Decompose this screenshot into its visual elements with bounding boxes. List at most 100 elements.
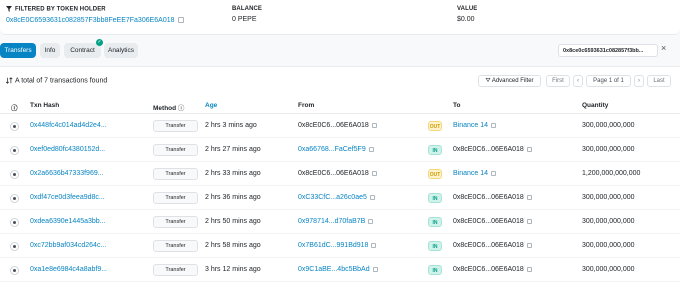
eye-icon[interactable] (10, 170, 19, 179)
transfers-card: A total of 7 transactions found ⛛ Advanc… (0, 66, 680, 293)
copy-icon[interactable] (371, 170, 377, 176)
tab-info[interactable]: Info (40, 43, 60, 58)
direction-badge: OUT (428, 169, 442, 179)
info-icon[interactable]: ⓘ (11, 102, 18, 112)
last-page-button[interactable]: Last (647, 75, 671, 87)
quantity-value: 300,000,000,000 (582, 242, 635, 249)
copy-icon[interactable] (526, 194, 532, 200)
txn-hash-link[interactable]: 0xdea6390e1445a3bb... (30, 218, 106, 225)
age-text: 2 hrs 3 mins ago (205, 122, 257, 129)
copy-icon[interactable] (372, 266, 378, 272)
address-filter-chip[interactable]: 0x8ce0c6593631c082857f3bb... (558, 44, 658, 57)
header-txn-hash: Txn Hash (30, 102, 60, 109)
copy-icon[interactable] (371, 122, 377, 128)
method-badge: Transfer (153, 216, 198, 228)
eye-icon[interactable] (10, 122, 19, 131)
age-text: 2 hrs 27 mins ago (205, 146, 261, 153)
from-address[interactable]: 0xa66768...FaCef5F9 (298, 146, 374, 153)
age-text: 2 hrs 50 mins ago (205, 218, 261, 225)
direction-badge: IN (428, 241, 442, 251)
txn-hash-link[interactable]: 0x448fc4c014ad4d2e4... (30, 122, 107, 129)
copy-icon[interactable] (491, 170, 497, 176)
page-indicator: Page 1 of 1 (586, 75, 631, 87)
balance-section: BALANCE 0 PEPE (232, 6, 262, 23)
holder-address-link[interactable]: 0x8cE0C6593631c082857F3bb8FeEE7Fa306E6A0… (6, 17, 184, 24)
method-badge: Transfer (153, 192, 198, 204)
clear-filter-close-icon[interactable]: × (661, 43, 666, 53)
balance-label: BALANCE (232, 6, 263, 12)
age-text: 2 hrs 36 mins ago (205, 194, 261, 201)
value-label: VALUE (457, 6, 478, 12)
to-address: 0x8cE0C6...06E6A018 (453, 218, 532, 225)
copy-icon[interactable] (368, 218, 374, 224)
method-info-icon[interactable]: ⓘ (178, 105, 185, 112)
header-method: Method ⓘ (153, 105, 185, 112)
table-row: 0xef0ed80fc4380152d... Transfer 2 hrs 27 m… (0, 139, 680, 162)
method-badge: Transfer (153, 264, 198, 276)
eye-icon[interactable] (10, 194, 19, 203)
copy-icon[interactable] (526, 218, 532, 224)
age-text: 3 hrs 12 mins ago (205, 266, 261, 273)
direction-badge: IN (428, 265, 442, 275)
header-age[interactable]: Age (205, 102, 217, 109)
balance-value: 0 PEPE (232, 16, 257, 23)
to-address: 0x8cE0C6...06E6A018 (453, 266, 532, 273)
header-from: From (298, 102, 315, 109)
from-address[interactable]: 0xC33CfC...a26c0ae5 (298, 194, 375, 201)
copy-icon[interactable] (526, 146, 532, 152)
advanced-filter-button[interactable]: ⛛ Advanced Filter (478, 75, 541, 87)
filter-section: FILTERED BY TOKEN HOLDER 0x8cE0C6593631c… (6, 6, 184, 24)
to-address: 0x8cE0C6...06E6A018 (453, 146, 532, 153)
txn-hash-link[interactable]: 0xef0ed80fc4380152d... (30, 146, 105, 153)
txn-hash-link[interactable]: 0xdf47ce0d3feea9d8c... (30, 194, 105, 201)
header-quantity: Quantity (582, 102, 609, 109)
tab-analytics[interactable]: Analytics (104, 43, 138, 58)
direction-badge: OUT (428, 121, 442, 131)
tab-contract[interactable]: Contract ✓ (64, 39, 103, 58)
copy-icon[interactable] (368, 146, 374, 152)
quantity-value: 300,000,000,000 (582, 122, 635, 129)
method-badge: Transfer (153, 144, 198, 156)
copy-icon[interactable] (491, 122, 497, 128)
eye-icon[interactable] (10, 266, 19, 275)
to-address: 0x8cE0C6...06E6A018 (453, 242, 532, 249)
direction-badge: IN (428, 193, 442, 203)
tab-transfers[interactable]: Transfers (0, 43, 36, 58)
quantity-value: 300,000,000,000 (582, 266, 635, 273)
prev-page-button[interactable]: ‹ (573, 75, 583, 87)
to-address[interactable]: Binance 14 (453, 122, 497, 129)
method-badge: Transfer (153, 240, 198, 252)
sort-icon (5, 77, 13, 84)
copy-icon[interactable] (371, 242, 377, 248)
copy-icon[interactable] (526, 266, 532, 272)
copy-icon[interactable] (526, 242, 532, 248)
txn-hash-link[interactable]: 0xa1e8e6984c4a8abf9... (30, 266, 107, 273)
to-address[interactable]: Binance 14 (453, 170, 497, 177)
direction-badge: IN (428, 145, 442, 155)
from-address: 0x8cE0C6...06E6A018 (298, 122, 377, 129)
age-text: 2 hrs 33 mins ago (205, 170, 261, 177)
from-address[interactable]: 0x7B61dC...991Bd918 (298, 242, 377, 249)
table-row: 0xdea6390e1445a3bb... Transfer 2 hrs 50 mi… (0, 211, 680, 234)
txn-hash-link[interactable]: 0xc72bb9af034cd264c... (30, 242, 106, 249)
txn-hash-link[interactable]: 0x2a6636b47333f969... (30, 170, 104, 177)
from-address[interactable]: 0x978714...d70faB7B (298, 218, 374, 225)
eye-icon[interactable] (10, 218, 19, 227)
table-row: 0xc72bb9af034cd264c... Transfer 2 hrs 58 m… (0, 235, 680, 258)
first-page-button[interactable]: First (546, 75, 570, 87)
verified-check-icon: ✓ (96, 39, 103, 46)
from-address[interactable]: 0x9C1aBE...4bc5BbAd (298, 266, 378, 273)
eye-icon[interactable] (10, 146, 19, 155)
copy-icon[interactable] (177, 16, 184, 23)
next-page-button[interactable]: › (634, 75, 644, 87)
quantity-value: 300,000,000,000 (582, 218, 635, 225)
table-row: 0x448fc4c014ad4d2e4... Transfer 2 hrs 3 mi… (0, 115, 680, 138)
eye-icon[interactable] (10, 242, 19, 251)
copy-icon[interactable] (369, 194, 375, 200)
value-section: VALUE $0.00 (457, 6, 477, 23)
value-value: $0.00 (457, 16, 475, 23)
direction-badge: IN (428, 217, 442, 227)
age-text: 2 hrs 58 mins ago (205, 242, 261, 249)
quantity-value: 300,000,000,000 (582, 194, 635, 201)
method-badge: Transfer (153, 120, 198, 132)
